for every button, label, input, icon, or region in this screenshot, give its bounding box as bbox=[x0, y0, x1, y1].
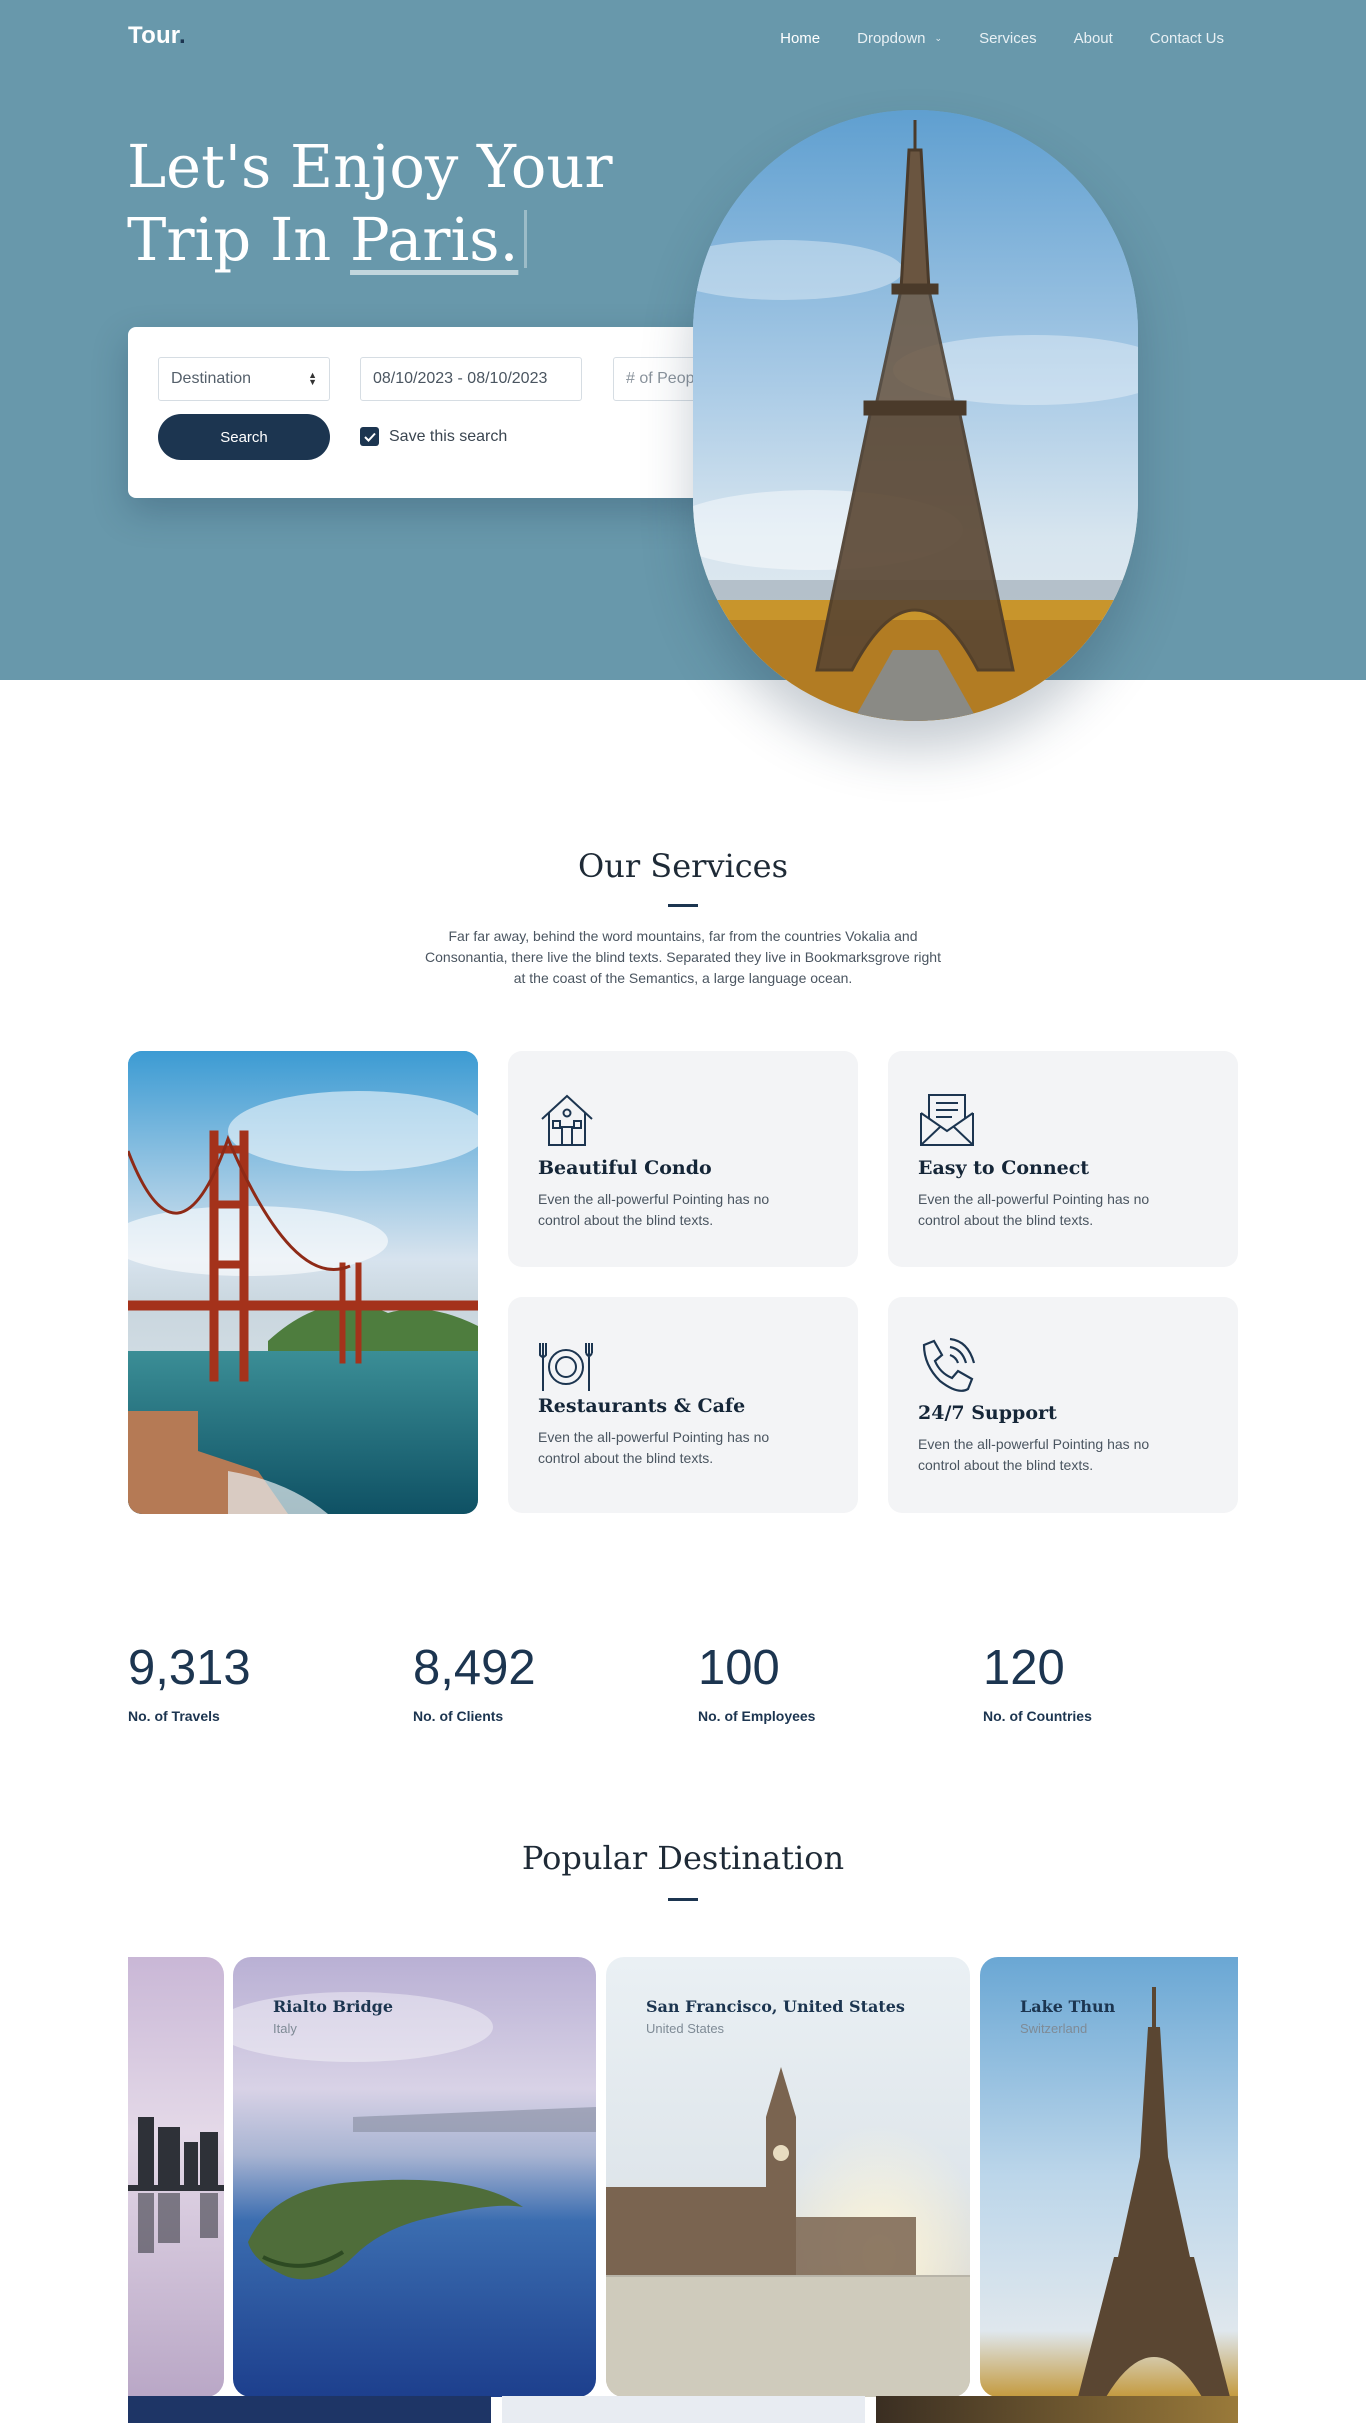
service-card-condo: Beautiful Condo Even the all-powerful Po… bbox=[508, 1051, 858, 1267]
main-nav: Home Dropdown ⌄ Services About Contact Us bbox=[743, 30, 1224, 47]
stat-employees: 100 No. of Employees bbox=[698, 1640, 815, 1724]
destination-card-lake-thun[interactable]: Lake Thun Switzerland bbox=[980, 1957, 1238, 2397]
search-form: Destination ▲ ▼ 08/10/2023 - 08/10/2023 #… bbox=[128, 327, 763, 498]
eiffel-tower-image bbox=[693, 110, 1138, 721]
save-search-checkbox[interactable]: Save this search bbox=[360, 427, 507, 446]
service-card-support: 24/7 Support Even the all-powerful Point… bbox=[888, 1297, 1238, 1513]
destination-select[interactable]: Destination ▲ ▼ bbox=[158, 357, 330, 401]
service-text-connect: Even the all-powerful Pointing has no co… bbox=[918, 1191, 1150, 1228]
destination-value: Destination bbox=[171, 370, 252, 387]
services-title: Our Services bbox=[577, 847, 789, 885]
brand-logo[interactable]: Tour. bbox=[128, 22, 186, 50]
destination-card-next-2[interactable] bbox=[502, 2396, 865, 2423]
destination-country: United States bbox=[646, 2021, 725, 2036]
house-icon bbox=[541, 1094, 593, 1146]
service-card-connect: Easy to Connect Even the all-powerful Po… bbox=[888, 1051, 1238, 1267]
nav-services[interactable]: Services bbox=[979, 30, 1037, 47]
destinations-title: Popular Destination bbox=[521, 1839, 845, 1877]
destination-card-next-3[interactable] bbox=[876, 2396, 1238, 2423]
stat-label: No. of Countries bbox=[983, 1708, 1092, 1724]
brand-name[interactable]: Tour bbox=[128, 22, 179, 49]
services-title-rule bbox=[668, 904, 698, 907]
nav-about[interactable]: About bbox=[1074, 30, 1113, 47]
destinations-title-rule bbox=[668, 1898, 698, 1901]
destination-card-san-francisco[interactable]: San Francisco, United States United Stat… bbox=[606, 1957, 970, 2397]
service-title-restaurants: Restaurants & Cafe bbox=[538, 1395, 746, 1417]
stat-label: No. of Clients bbox=[413, 1708, 504, 1724]
select-arrows-icon: ▲ ▼ bbox=[308, 370, 317, 387]
stat-clients: 8,492 No. of Clients bbox=[413, 1640, 536, 1724]
stat-countries: 120 No. of Countries bbox=[983, 1640, 1092, 1724]
plate-utensils-icon bbox=[539, 1343, 593, 1391]
typing-cursor bbox=[524, 210, 528, 268]
golden-gate-image bbox=[128, 1051, 478, 1514]
stat-value: 100 bbox=[698, 1641, 780, 1695]
destination-name: San Francisco, United States bbox=[646, 1997, 905, 2016]
service-title-condo: Beautiful Condo bbox=[538, 1157, 712, 1179]
stat-value: 9,313 bbox=[128, 1641, 251, 1695]
destination-card-partial[interactable] bbox=[128, 1957, 224, 2397]
nav-contact[interactable]: Contact Us bbox=[1150, 30, 1224, 47]
nav-dropdown-label: Dropdown bbox=[857, 30, 926, 47]
destination-card-rialto[interactable]: Rialto Bridge Italy bbox=[233, 1957, 596, 2397]
destination-country: Italy bbox=[273, 2021, 297, 2036]
brand-dot: . bbox=[179, 22, 186, 49]
hero-title-line1: Let's Enjoy Your bbox=[127, 132, 613, 201]
hero-title-highlight: Paris. bbox=[350, 205, 519, 274]
destination-country: Switzerland bbox=[1020, 2021, 1088, 2036]
stat-value: 120 bbox=[983, 1641, 1065, 1695]
services-subtitle: Far far away, behind the word mountains,… bbox=[425, 928, 941, 986]
nav-dropdown[interactable]: Dropdown ⌄ bbox=[857, 30, 942, 47]
service-text-condo: Even the all-powerful Pointing has no co… bbox=[538, 1191, 770, 1228]
service-card-restaurants: Restaurants & Cafe Even the all-powerful… bbox=[508, 1297, 858, 1513]
hero-section: Tour. Home Dropdown ⌄ Services About Cont… bbox=[0, 0, 1366, 680]
destination-card-next-1[interactable] bbox=[128, 2396, 491, 2423]
service-text-support: Even the all-powerful Pointing has no co… bbox=[918, 1436, 1150, 1473]
search-button[interactable]: Search bbox=[158, 414, 330, 460]
service-title-connect: Easy to Connect bbox=[918, 1157, 1090, 1179]
destination-name: Lake Thun bbox=[1020, 1997, 1116, 2016]
hero-title: Let's Enjoy Your Trip In Paris. bbox=[127, 130, 647, 276]
service-title-support: 24/7 Support bbox=[918, 1402, 1057, 1424]
stat-value: 8,492 bbox=[413, 1641, 536, 1695]
date-range-input[interactable]: 08/10/2023 - 08/10/2023 bbox=[360, 357, 582, 401]
save-search-label: Save this search bbox=[389, 427, 508, 445]
hero-title-line2: Trip In bbox=[127, 205, 351, 274]
destination-name: Rialto Bridge bbox=[273, 1997, 394, 2016]
nav-home[interactable]: Home bbox=[780, 30, 820, 47]
stat-travels: 9,313 No. of Travels bbox=[128, 1640, 251, 1724]
checkbox-checked-icon[interactable] bbox=[360, 427, 379, 446]
stat-label: No. of Employees bbox=[698, 1708, 816, 1724]
service-text-restaurants: Even the all-powerful Pointing has no co… bbox=[538, 1429, 770, 1466]
phone-call-icon bbox=[922, 1337, 976, 1392]
chevron-down-icon: ⌄ bbox=[934, 33, 943, 43]
envelope-icon bbox=[920, 1094, 974, 1146]
stat-label: No. of Travels bbox=[128, 1708, 220, 1724]
